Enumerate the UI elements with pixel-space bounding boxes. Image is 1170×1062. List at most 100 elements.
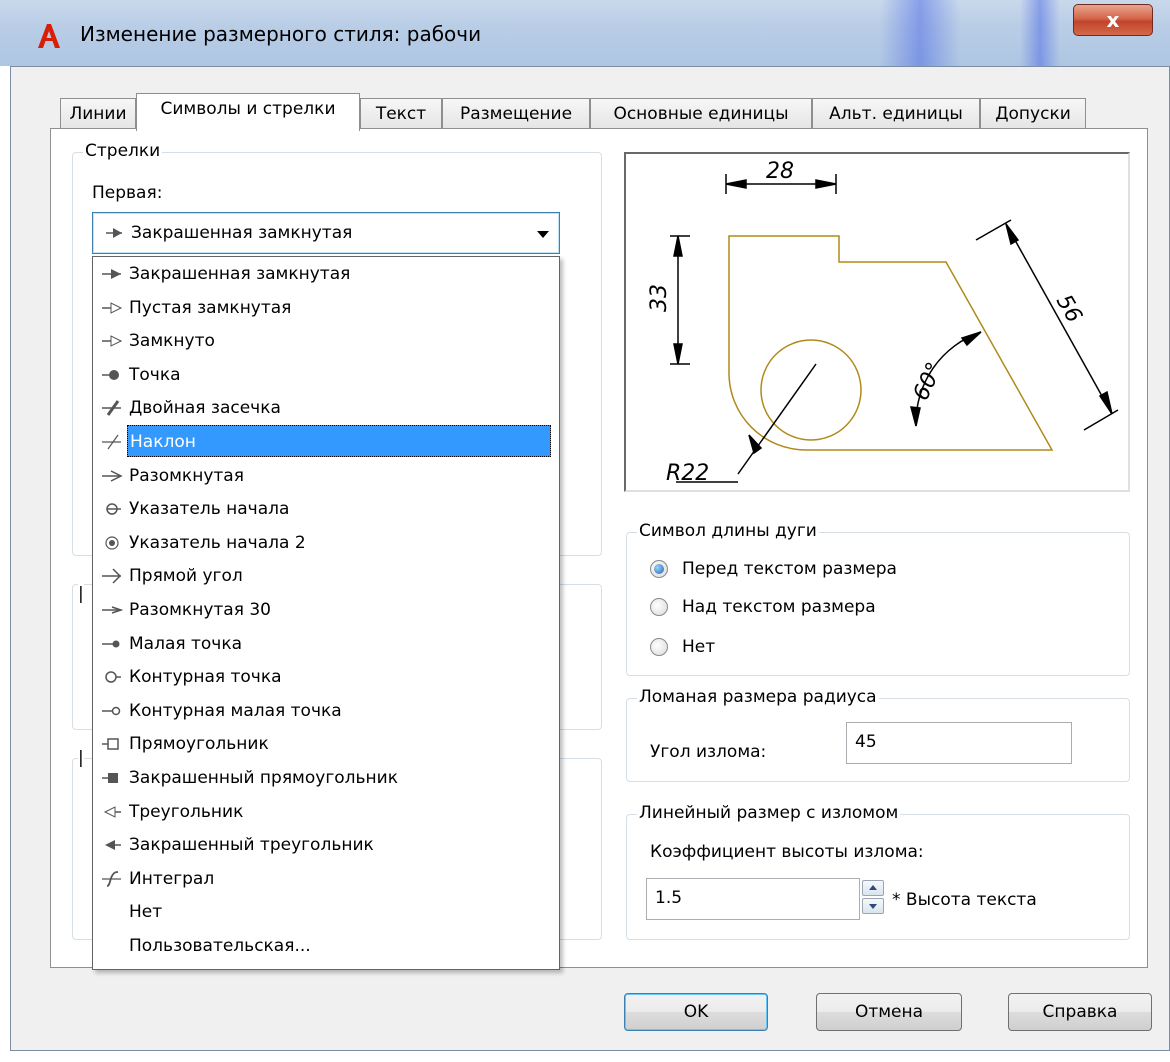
tab-symbols-arrows[interactable]: Символы и стрелки [136,93,360,131]
arrow-option[interactable]: Указатель начала [93,492,559,526]
radio-none-label: Нет [682,637,716,657]
open-30-icon [102,606,123,614]
origin-indicator-icon [106,503,121,515]
filled-closed-arrow-icon [102,269,121,279]
datum-triangle-icon [103,805,121,818]
arrow-dropdown-list: Закрашенная замкнутая Пустая замкнутая Зам… [92,256,560,970]
preview-dim-right: 56 [1051,291,1087,328]
right-angle-icon [102,568,122,584]
box-filled-icon [102,773,118,783]
arrow-option-label: Закрашенный треугольник [129,835,374,856]
origin-indicator-2-icon [105,536,119,550]
arrow-option[interactable]: Закрашенный прямоугольник [93,761,559,795]
arrow-option-label: Пользовательская... [129,936,311,956]
radio-above-text-label: Над текстом размера [682,597,876,617]
preview-dim-top: 28 [766,159,794,184]
cancel-button[interactable]: Отмена [816,993,962,1031]
arrow-option[interactable]: Контурная точка [93,660,559,694]
dialog-title: Изменение размерного стиля: рабочи [80,22,482,46]
radio-above-text[interactable] [650,598,668,616]
arrow-option-label: Точка [129,364,181,385]
arrow-option[interactable]: Треугольник [93,795,559,829]
arrow-option[interactable]: Разомкнутая [93,459,559,493]
arrow-option[interactable]: Малая точка [93,627,559,661]
arrow-option[interactable]: Замкнуто [93,324,559,358]
arrow-option-label: Указатель начала 2 [129,532,306,553]
open-arrow-icon [102,469,123,482]
arrow-option-label: Контурная точка [129,667,282,688]
jog-height-factor-label: Коэффициент высоты излома: [650,842,924,862]
group-label-fragment: | [78,584,84,604]
title-bar[interactable]: Изменение размерного стиля: рабочи x [0,0,1170,66]
arrow-option-label: Двойная засечка [129,398,281,419]
arrow-option-label: Треугольник [129,801,244,822]
autocad-logo-icon [38,24,60,48]
ok-button[interactable]: OK [624,993,768,1031]
arrow-option[interactable]: Прямой угол [93,559,559,593]
radio-preceding-text[interactable] [650,560,668,578]
arrow-option-label: Разомкнутая [129,465,244,486]
arrow-option[interactable]: Закрашенная замкнутая [93,257,559,291]
arrow-option[interactable]: Разомкнутая 30 [93,593,559,627]
radio-preceding-text-label: Перед текстом размера [682,559,897,579]
dot-icon [102,369,119,380]
filled-closed-arrow-icon [106,228,122,238]
arrow-option-label: Контурная малая точка [129,700,342,721]
arrow-option-label: Закрашенная замкнутая [129,264,351,284]
preview-dim-angle: 60° [909,359,948,405]
arrow-option-label: Малая точка [129,633,243,654]
arrow-option-label: Замкнуто [129,331,215,352]
arrow-option[interactable]: Контурная малая точка [93,694,559,728]
dot-small-icon [102,640,120,648]
close-button[interactable]: x [1073,4,1153,36]
linear-jog-group-label: Линейный размер с изломом [637,803,901,823]
arrow-option[interactable]: Пользовательская... [93,929,559,963]
tab-fit[interactable]: Размещение [442,98,590,130]
tab-primary-units[interactable]: Основные единицы [590,98,812,130]
help-button[interactable]: Справка [1008,993,1152,1031]
jog-height-suffix: * Высота текста [892,890,1037,910]
tab-alternate-units[interactable]: Альт. единицы [812,98,980,130]
arrow-option-label: Указатель начала [129,499,290,520]
spin-down-icon[interactable] [862,898,884,914]
arrow-option[interactable]: Точка [93,358,559,392]
group-label-fragment: | [78,748,84,768]
preview-dim-left: 33 [647,284,672,312]
arrow-option[interactable]: Закрашенный треугольник [93,828,559,862]
preview-drawing: 28 33 56 60° R22 [647,159,1119,486]
arrow-option-label: Прямоугольник [129,734,269,755]
tab-tolerances[interactable]: Допуски [980,98,1086,130]
dimension-preview: 28 33 56 60° R22 [624,152,1130,492]
jog-angle-label: Угол излома: [650,742,767,762]
arrow-option[interactable]: Пустая замкнутая [93,291,559,325]
arrow-option[interactable]: Наклон [93,425,559,459]
arrow-option-label: Пустая замкнутая [129,297,292,318]
arrow-option-label: Прямой угол [129,566,243,587]
jog-height-spinner[interactable] [862,880,886,916]
chevron-down-icon[interactable] [537,231,549,238]
arrow-option[interactable]: Нет [93,895,559,929]
arrow-option[interactable]: Двойная засечка [93,391,559,425]
first-arrow-select[interactable]: Закрашенная замкнутая [92,212,560,254]
first-arrow-label: Первая: [92,183,163,203]
tab-text[interactable]: Текст [360,98,442,130]
box-icon [102,738,119,751]
arrow-option[interactable]: Указатель начала 2 [93,526,559,560]
preview-circle [760,339,862,441]
architectural-tick-icon [102,400,121,417]
arrow-option[interactable]: Прямоугольник [93,727,559,761]
arrow-option[interactable]: Интеграл [93,862,559,896]
closed-blank-arrow-icon [102,301,123,314]
dot-small-blank-icon [102,706,121,716]
radio-none[interactable] [650,638,668,656]
spin-up-icon[interactable] [862,880,884,896]
jog-height-factor-input[interactable]: 1.5 [646,878,860,920]
preview-dim-radius: R22 [666,461,709,486]
jog-angle-input[interactable]: 45 [846,722,1072,764]
dialog-window: Изменение размерного стиля: рабочи x Лин… [0,0,1170,1062]
closed-arrow-icon [102,335,123,347]
arrow-option-label: Наклон [127,425,551,457]
tab-lines[interactable]: Линии [60,98,136,130]
arrow-option-label: Закрашенный прямоугольник [129,768,398,788]
datum-triangle-filled-icon [105,840,121,851]
